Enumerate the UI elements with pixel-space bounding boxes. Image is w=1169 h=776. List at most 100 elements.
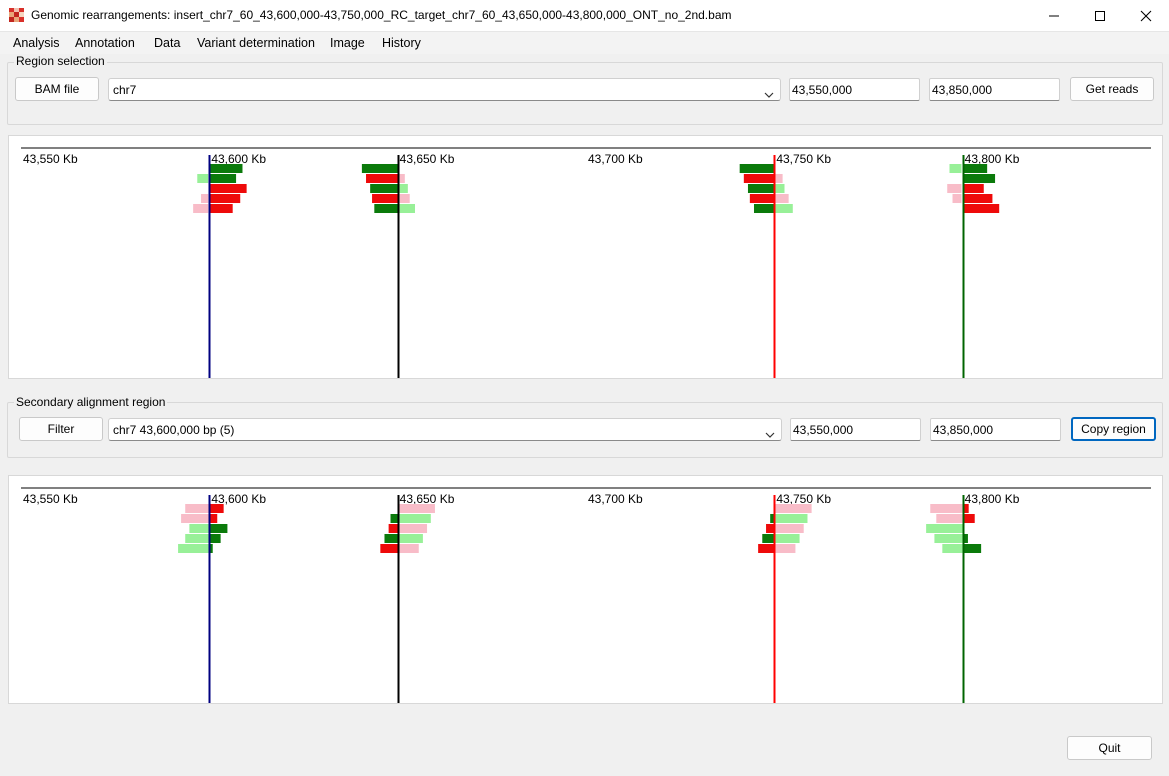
quit-button[interactable]: Quit	[1067, 736, 1152, 760]
window-title: Genomic rearrangements: insert_chr7_60_4…	[31, 8, 732, 22]
minimize-button[interactable]	[1031, 0, 1077, 32]
tick-label: 43,550 Kb	[23, 152, 78, 166]
menu-history[interactable]: History	[382, 36, 421, 50]
read-segment	[397, 534, 423, 543]
read-segment	[370, 184, 398, 193]
read-segment	[753, 204, 775, 213]
tick-label: 43,600 Kb	[211, 492, 266, 506]
read-segment	[962, 174, 996, 183]
secondary-region-label: Secondary alignment region	[14, 395, 168, 409]
title-bar: Genomic rearrangements: insert_chr7_60_4…	[0, 0, 1169, 32]
read-segment	[774, 184, 785, 193]
maximize-button[interactable]	[1077, 0, 1123, 32]
read-segment	[209, 194, 241, 203]
secondary-end-field[interactable]: 43,850,000	[930, 418, 1061, 441]
read-segment	[197, 174, 209, 183]
read-segment	[209, 504, 224, 513]
read-segment	[374, 204, 398, 213]
read-segment	[934, 534, 963, 543]
chevron-down-icon	[764, 87, 774, 101]
read-segment	[209, 534, 221, 543]
read-segment	[178, 544, 210, 553]
read-segment	[185, 504, 210, 513]
read-segment	[926, 524, 963, 533]
secondary-region-value: chr7 43,600,000 bp (5)	[113, 423, 235, 437]
read-segment	[397, 204, 415, 213]
close-icon	[1140, 10, 1152, 22]
read-segment	[930, 504, 963, 513]
chromosome-value: chr7	[113, 83, 137, 97]
read-segment	[388, 524, 398, 533]
read-segment	[201, 194, 209, 203]
read-segment	[397, 544, 419, 553]
dna-puzzle-icon	[9, 8, 25, 22]
read-segment	[962, 544, 982, 553]
read-segment	[739, 164, 775, 173]
read-segment	[962, 194, 993, 203]
read-segment	[747, 184, 775, 193]
read-segment	[774, 514, 808, 523]
tick-label: 43,700 Kb	[588, 492, 643, 506]
read-segment	[390, 514, 398, 523]
read-segment	[185, 534, 210, 543]
read-segment	[397, 504, 435, 513]
read-segment	[774, 204, 793, 213]
region-start-field[interactable]: 43,550,000	[789, 78, 920, 101]
chromosome-select[interactable]: chr7	[108, 78, 781, 101]
read-segment	[209, 514, 218, 523]
menu-analysis[interactable]: Analysis	[13, 36, 60, 50]
read-segment	[181, 514, 210, 523]
read-segment	[949, 164, 962, 173]
read-segment	[774, 544, 796, 553]
read-segment	[366, 174, 398, 183]
region-end-field[interactable]: 43,850,000	[929, 78, 1060, 101]
read-segment	[962, 164, 988, 173]
read-segment	[397, 524, 428, 533]
read-segment	[762, 534, 775, 543]
read-segment	[209, 164, 243, 173]
read-segment	[209, 174, 237, 183]
menu-annotation[interactable]: Annotation	[75, 36, 135, 50]
bam-file-button[interactable]: BAM file	[15, 77, 99, 101]
secondary-alignment-plot: 43,550 Kb 43,600 Kb 43,650 Kb 43,700 Kb 43,7…	[8, 475, 1163, 704]
secondary-region-select[interactable]: chr7 43,600,000 bp (5)	[108, 418, 782, 441]
read-segment	[936, 514, 963, 523]
tick-label: 43,600 Kb	[211, 152, 266, 166]
copy-region-button[interactable]: Copy region	[1071, 417, 1156, 441]
secondary-start-field[interactable]: 43,550,000	[790, 418, 921, 441]
read-segment	[962, 204, 1000, 213]
tick-label: 43,650 Kb	[400, 152, 455, 166]
menu-data[interactable]: Data	[154, 36, 180, 50]
close-button[interactable]	[1123, 0, 1169, 32]
tick-label: 43,800 Kb	[965, 492, 1020, 506]
get-reads-button[interactable]: Get reads	[1070, 77, 1154, 101]
filter-button[interactable]: Filter	[19, 417, 103, 441]
read-segment	[372, 194, 398, 203]
read-segment	[774, 194, 789, 203]
menu-variant-determination[interactable]: Variant determination	[197, 36, 315, 50]
menu-image[interactable]: Image	[330, 36, 365, 50]
primary-alignment-plot: 43,550 Kb 43,600 Kb 43,650 Kb 43,700 Kb 43,7…	[8, 135, 1163, 379]
read-segment	[397, 514, 431, 523]
read-segment	[749, 194, 775, 203]
read-segment	[774, 174, 783, 183]
read-segment	[766, 524, 775, 533]
read-segment	[361, 164, 398, 173]
minimize-icon	[1048, 10, 1060, 22]
tick-label: 43,750 Kb	[776, 152, 831, 166]
read-segment	[774, 504, 812, 513]
tick-label: 43,550 Kb	[23, 492, 78, 506]
read-segment	[209, 524, 228, 533]
read-segment	[743, 174, 775, 183]
region-selection-label: Region selection	[14, 54, 107, 68]
maximize-icon	[1094, 10, 1106, 22]
chevron-down-icon	[765, 427, 775, 441]
read-segment	[947, 184, 962, 193]
tick-label: 43,650 Kb	[400, 492, 455, 506]
read-segment	[962, 184, 984, 193]
read-segment	[758, 544, 775, 553]
read-segment	[774, 524, 804, 533]
primary-alignment-chart: 43,550 Kb 43,600 Kb 43,650 Kb 43,700 Kb 43,7…	[21, 147, 1151, 378]
read-segment	[952, 194, 962, 203]
menu-bar: Analysis Annotation Data Variant determi…	[0, 32, 1169, 54]
